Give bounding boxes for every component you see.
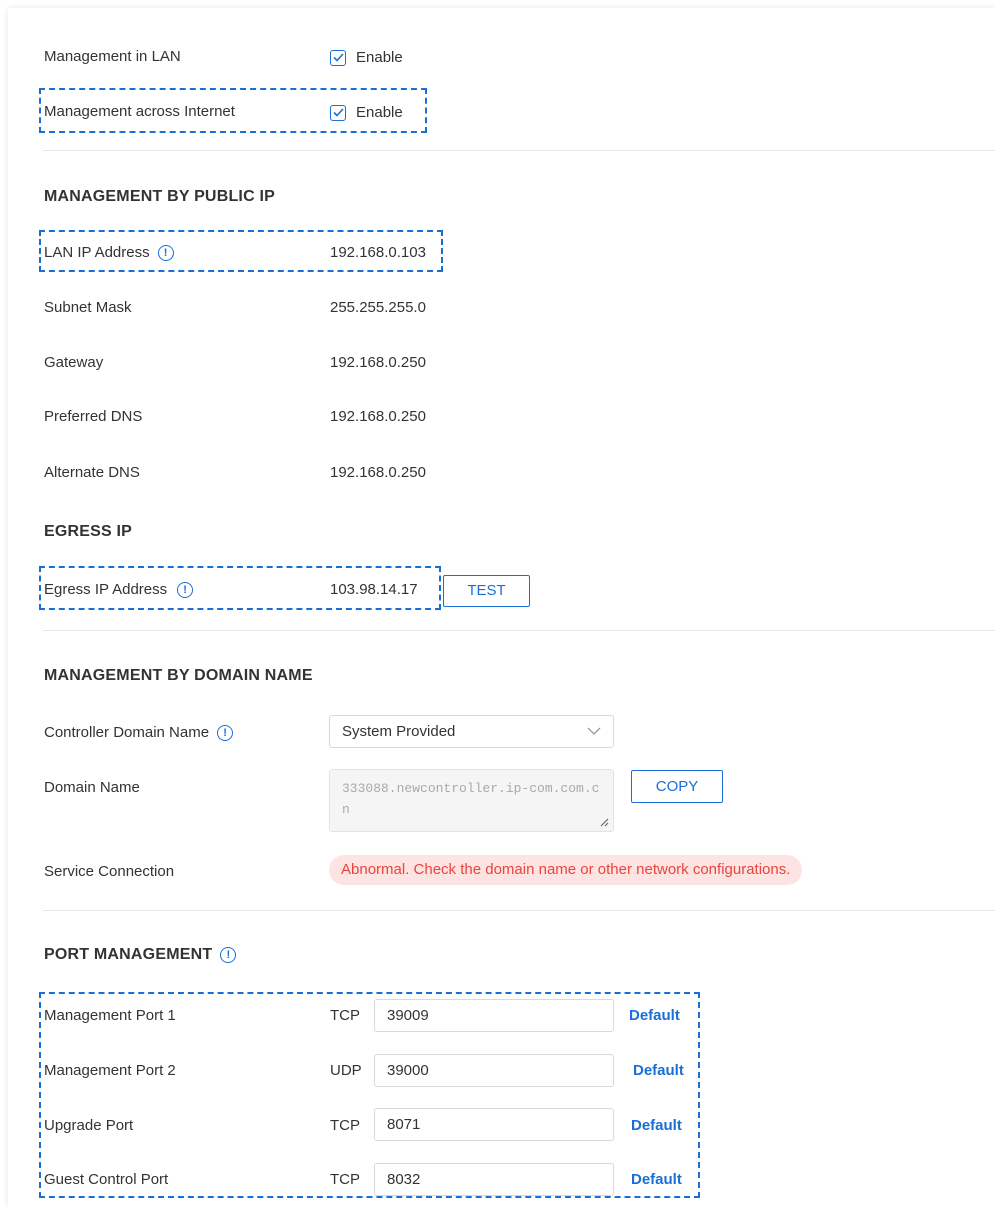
preferred-dns-label: Preferred DNS <box>44 408 143 425</box>
port-input[interactable]: 8071 <box>374 1108 614 1141</box>
checkbox-checked-icon <box>330 49 346 66</box>
public-ip-heading: MANAGEMENT BY PUBLIC IP <box>44 188 275 205</box>
port-row-label: Guest Control Port <box>44 1171 169 1188</box>
divider <box>43 630 995 631</box>
port-row-protocol: TCP <box>330 1117 360 1134</box>
divider <box>43 910 995 911</box>
controller-domain-label: Controller Domain Name <box>44 724 210 741</box>
port-row-label: Management Port 2 <box>44 1062 176 1079</box>
default-link[interactable]: Default <box>633 1062 684 1079</box>
domain-name-label: Domain Name <box>44 779 140 796</box>
info-icon[interactable]: ! <box>157 244 174 261</box>
port-heading: PORT MANAGEMENT <box>44 946 213 963</box>
management-lan-enable-label: Enable <box>356 49 403 66</box>
alternate-dns-value: 192.168.0.250 <box>330 464 426 481</box>
port-input[interactable]: 8032 <box>374 1163 614 1196</box>
preferred-dns-value: 192.168.0.250 <box>330 408 426 425</box>
port-heading-group: PORT MANAGEMENT ! <box>44 946 237 964</box>
info-icon[interactable]: ! <box>177 581 194 598</box>
test-button[interactable]: TEST <box>443 575 530 607</box>
default-link[interactable]: Default <box>629 1007 680 1024</box>
info-icon[interactable]: ! <box>217 724 234 741</box>
port-input-value: 8032 <box>387 1171 421 1188</box>
domain-heading: MANAGEMENT BY DOMAIN NAME <box>44 667 313 684</box>
service-status-badge: Abnormal. Check the domain name or other… <box>329 855 803 885</box>
gateway-value: 192.168.0.250 <box>330 354 426 371</box>
egress-heading: EGRESS IP <box>44 523 133 540</box>
management-lan-label: Management in LAN <box>44 48 181 65</box>
default-link[interactable]: Default <box>631 1117 682 1134</box>
alternate-dns-label: Alternate DNS <box>44 464 140 481</box>
port-row-protocol: TCP <box>330 1171 360 1188</box>
divider <box>43 150 995 151</box>
egress-ip-value: 103.98.14.17 <box>330 581 418 598</box>
controller-domain-label-group: Controller Domain Name ! <box>44 724 234 741</box>
lan-ip-value: 192.168.0.103 <box>330 244 426 261</box>
checkbox-checked-icon <box>330 104 346 121</box>
management-internet-label: Management across Internet <box>44 103 235 120</box>
domain-name-textarea[interactable]: 333088.newcontroller.ip-com.com.cn <box>329 769 614 832</box>
egress-label-group: Egress IP Address ! <box>44 581 194 598</box>
info-icon[interactable]: ! <box>220 947 237 963</box>
port-input[interactable]: 39009 <box>374 999 614 1032</box>
domain-name-value: 333088.newcontroller.ip-com.com.cn <box>342 781 600 817</box>
egress-ip-label: Egress IP Address <box>44 581 168 598</box>
management-internet-checkbox[interactable]: Enable <box>330 104 403 121</box>
port-input[interactable]: 39000 <box>374 1054 614 1087</box>
controller-domain-selected: System Provided <box>342 723 456 740</box>
port-row-label: Upgrade Port <box>44 1117 134 1134</box>
port-input-value: 39000 <box>387 1062 429 1079</box>
lan-ip-label-group: LAN IP Address ! <box>44 244 174 261</box>
default-link[interactable]: Default <box>631 1171 682 1188</box>
chevron-down-icon <box>587 727 601 735</box>
port-input-value: 39009 <box>387 1007 429 1024</box>
port-row-protocol: UDP <box>330 1062 362 1079</box>
port-input-value: 8071 <box>387 1116 421 1133</box>
controller-domain-select[interactable]: System Provided <box>329 715 614 748</box>
subnet-mask-label: Subnet Mask <box>44 299 132 316</box>
lan-ip-label: LAN IP Address <box>44 244 150 261</box>
gateway-label: Gateway <box>44 354 104 371</box>
management-lan-checkbox[interactable]: Enable <box>330 49 403 66</box>
copy-button[interactable]: COPY <box>631 770 723 803</box>
port-row-label: Management Port 1 <box>44 1007 176 1024</box>
subnet-mask-value: 255.255.255.0 <box>330 299 426 316</box>
port-row-protocol: TCP <box>330 1007 360 1024</box>
management-internet-enable-label: Enable <box>356 104 403 121</box>
resize-handle-icon[interactable] <box>599 817 609 827</box>
service-connection-label: Service Connection <box>44 863 175 880</box>
